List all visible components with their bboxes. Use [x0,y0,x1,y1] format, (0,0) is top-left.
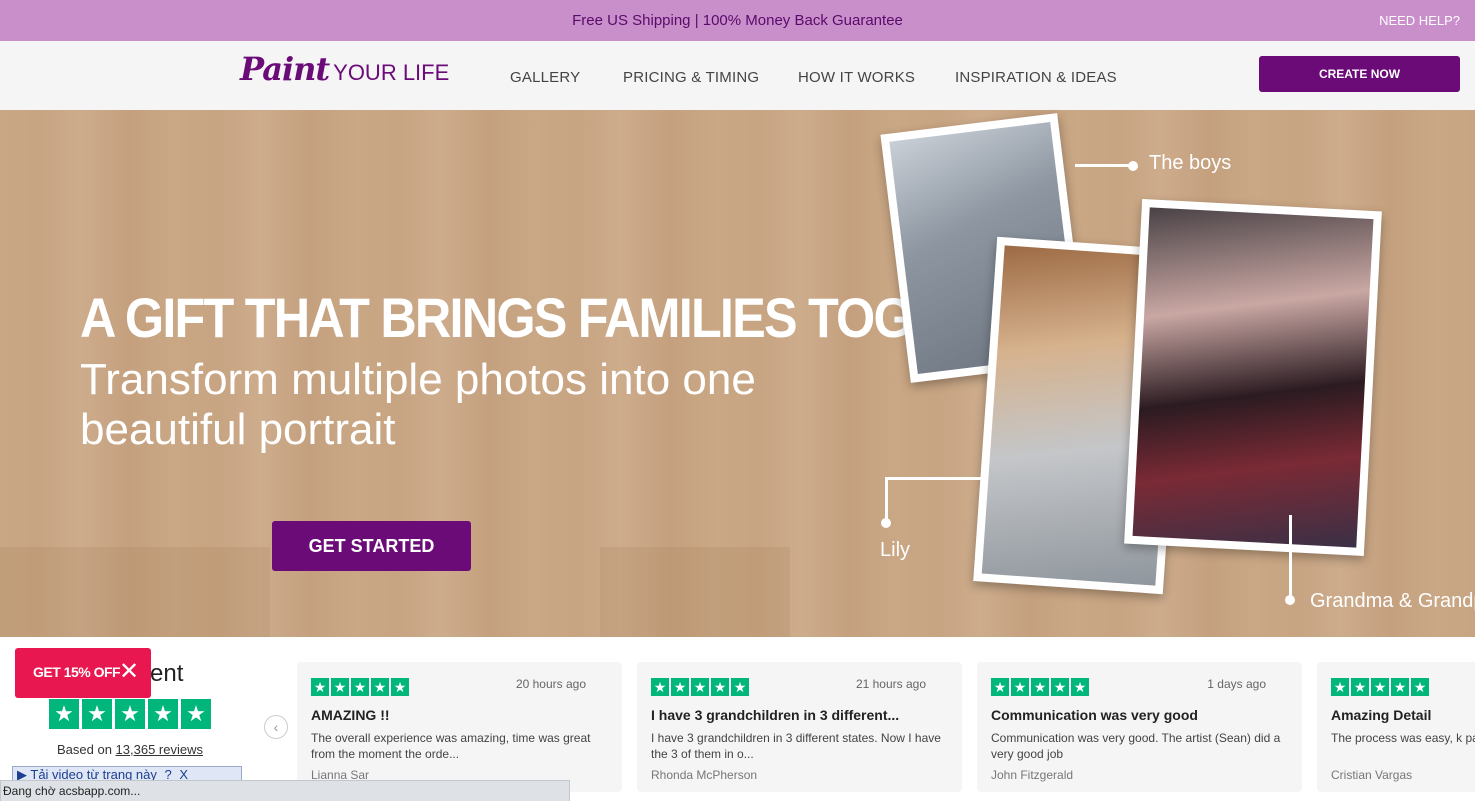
review-stars: ★ ★ ★ ★ ★ [1331,678,1429,696]
review-author: John Fitzgerald [991,768,1074,782]
browser-status-bar: Đang chờ acsbapp.com... [0,780,570,801]
star-icon: ★ [115,699,145,729]
review-card[interactable]: ★ ★ ★ ★ ★ 1 days ago Communication was very … [977,662,1302,792]
label-dot [1285,595,1295,605]
nav-inspiration-ideas[interactable]: INSPIRATION & IDEAS [955,69,1117,86]
review-text: The overall experience was amazing, time… [311,731,591,761]
logo[interactable]: Paint YOUR LIFE [240,50,449,90]
wood-plank [0,547,270,637]
review-title: Communication was very good [991,707,1198,723]
star-icon: ★ [49,699,79,729]
star-icon: ★ [1071,678,1089,696]
discount-label: GET 15% OFF [33,664,121,680]
label-the-boys: The boys [1149,152,1232,174]
nav-pricing-timing[interactable]: PRICING & TIMING [623,69,759,86]
star-icon: ★ [1031,678,1049,696]
star-icon: ★ [1371,678,1389,696]
review-title: I have 3 grandchildren in 3 different... [651,707,900,723]
label-line [886,477,986,480]
based-on-label: Based on [57,742,116,757]
star-icon: ★ [1331,678,1349,696]
star-icon: ★ [711,678,729,696]
review-time: 1 days ago [1207,677,1266,691]
review-card[interactable]: ★ ★ ★ ★ ★ 20 hours ago AMAZING !! The overal… [297,662,622,792]
discount-popup[interactable]: GET 15% OFF ✕ [15,648,151,698]
wood-plank [600,547,790,637]
promo-topbar: Free US Shipping | 100% Money Back Guara… [0,0,1475,41]
close-icon[interactable]: ✕ [119,658,139,686]
star-icon: ★ [371,678,389,696]
based-on-reviews: Based on 13,365 reviews [57,742,203,757]
star-icon: ★ [1011,678,1029,696]
nav-gallery[interactable]: GALLERY [510,69,580,86]
star-icon: ★ [82,699,112,729]
review-stars: ★ ★ ★ ★ ★ [311,678,409,696]
label-line [1075,164,1131,167]
reviews-prev-button[interactable]: ‹ [264,715,288,739]
review-time: 20 hours ago [515,677,586,691]
review-author: Cristian Vargas [1331,768,1413,782]
need-help-link[interactable]: NEED HELP? [1379,13,1460,28]
star-icon: ★ [1411,678,1429,696]
review-time: 21 hours ago [855,677,926,691]
trust-stars: ★ ★ ★ ★ ★ [49,699,211,729]
review-text: The process was easy, k painting too. I … [1331,731,1475,745]
review-title: Amazing Detail [1331,707,1432,723]
hero-subtitle: Transform multiple photos into one beaut… [80,355,756,454]
star-icon: ★ [671,678,689,696]
star-icon: ★ [991,678,1009,696]
reviews-count-link[interactable]: 13,365 reviews [116,742,203,757]
star-icon: ★ [311,678,329,696]
review-author: Rhonda McPherson [651,768,758,782]
label-line [885,477,888,523]
star-icon: ★ [148,699,178,729]
star-icon: ★ [1391,678,1409,696]
nav-how-it-works[interactable]: HOW IT WORKS [798,69,915,86]
review-card[interactable]: ★ ★ ★ ★ ★ 21 hours ago I have 3 grandchildre… [637,662,962,792]
label-grandparents: Grandma & Grandp [1310,590,1475,612]
star-icon: ★ [391,678,409,696]
star-icon: ★ [181,699,211,729]
photo-image [1132,207,1374,548]
review-stars: ★ ★ ★ ★ ★ [651,678,749,696]
logo-rest: YOUR LIFE [333,60,450,85]
review-text: I have 3 grandchildren in 3 different st… [651,731,941,761]
shipping-guarantee-text: Free US Shipping | 100% Money Back Guara… [572,12,903,29]
star-icon: ★ [1051,678,1069,696]
label-dot [1128,161,1138,171]
review-card[interactable]: ★ ★ ★ ★ ★ Amazing Detail The process was eas… [1317,662,1475,792]
logo-script: Paint [240,50,330,88]
star-icon: ★ [331,678,349,696]
label-dot [881,518,891,528]
review-text: Communication was very good. The artist … [991,731,1281,761]
label-lily: Lily [880,539,911,561]
get-started-button[interactable]: GET STARTED [272,521,471,571]
review-stars: ★ ★ ★ ★ ★ [991,678,1089,696]
star-icon: ★ [731,678,749,696]
photo-grandparents [1124,198,1382,557]
trust-rating-word: ent [150,660,184,687]
create-now-button[interactable]: CREATE NOW [1259,56,1460,92]
review-title: AMAZING !! [311,707,390,723]
star-icon: ★ [1351,678,1369,696]
star-icon: ★ [651,678,669,696]
star-icon: ★ [351,678,369,696]
star-icon: ★ [691,678,709,696]
label-line [1289,515,1292,597]
